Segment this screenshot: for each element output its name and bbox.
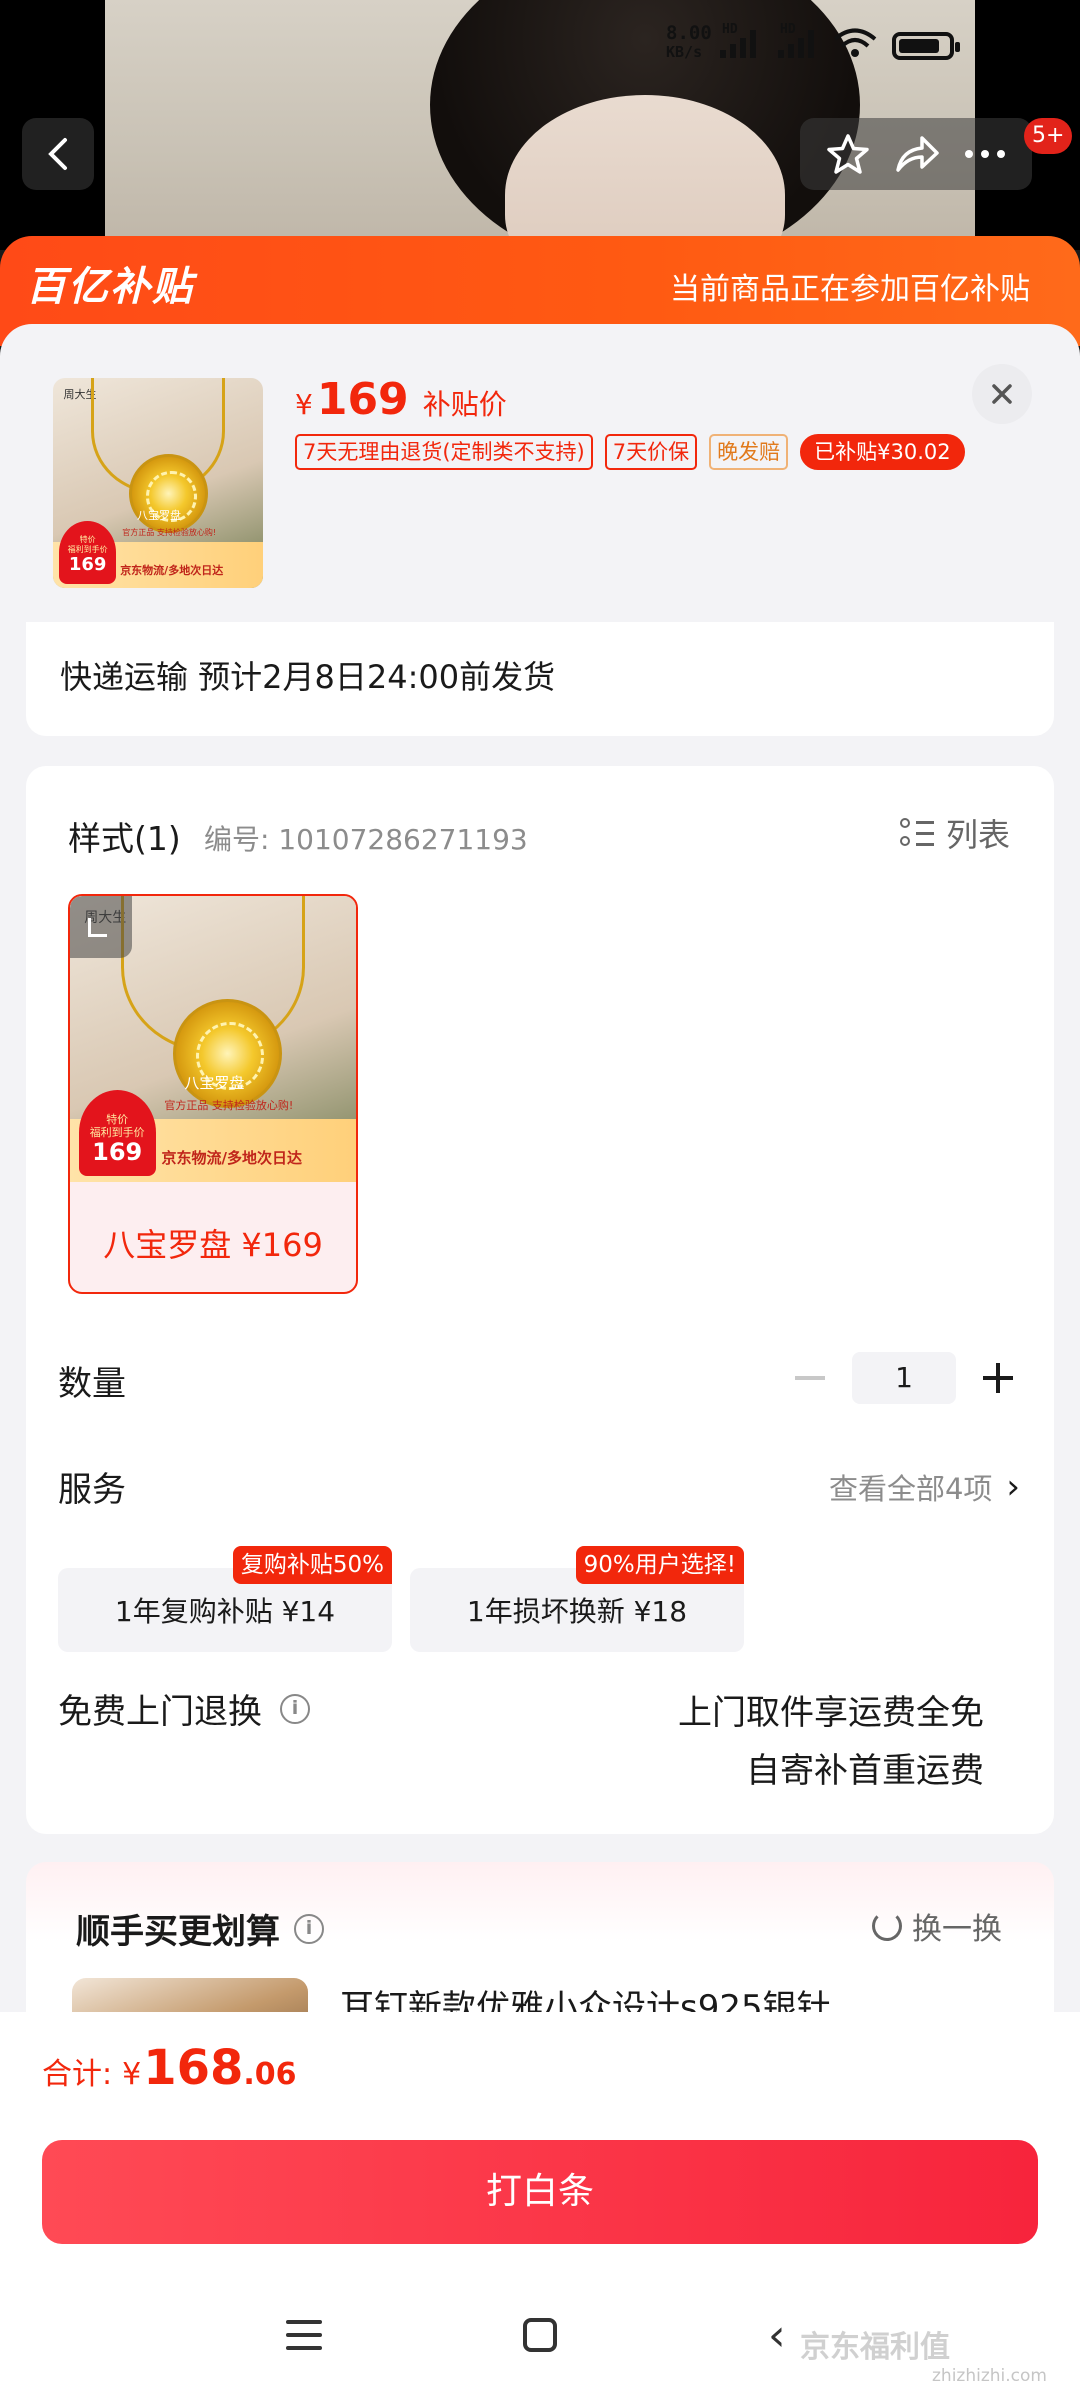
price-value: 169 bbox=[316, 374, 409, 425]
see-all-services[interactable]: 查看全部4项 › bbox=[829, 1466, 1020, 1508]
signal-icon bbox=[778, 28, 814, 58]
zoom-icon[interactable] bbox=[70, 896, 132, 958]
battery-icon bbox=[892, 32, 960, 60]
watermark: 京东福利值 bbox=[800, 2330, 950, 2365]
service-option-replacement[interactable]: 1年损坏换新 ¥18 90%用户选择! bbox=[410, 1546, 744, 1652]
quantity-stepper: 1 bbox=[788, 1352, 1020, 1404]
style-title: 样式(1) bbox=[68, 819, 181, 858]
share-icon bbox=[896, 136, 939, 172]
tag-return: 7天无理由退货(定制类不支持) bbox=[295, 434, 593, 470]
chevron-right-icon: › bbox=[1006, 1467, 1020, 1507]
service-tags: 7天无理由退货(定制类不支持) 7天价保 晚发赔 已补贴¥30.02 bbox=[295, 434, 965, 470]
home-icon[interactable] bbox=[523, 2318, 557, 2352]
pendant-image: 周大生 八宝罗盘 官方正品 支持检验放心购! 京东物流/多地次日达 特价福利到手… bbox=[53, 378, 263, 588]
sku-label: 八宝罗盘 ¥169 bbox=[103, 1226, 323, 1264]
product-header: 周大生 八宝罗盘 官方正品 支持检验放心购! 京东物流/多地次日达 特价 福利到手… bbox=[0, 324, 1080, 624]
back-icon[interactable]: ‹ bbox=[768, 2310, 786, 2361]
style-code: 编号: 10107286271193 bbox=[204, 823, 528, 856]
service-badge: 90%用户选择! bbox=[575, 1546, 744, 1584]
notification-badge: 5+ bbox=[1024, 118, 1073, 154]
list-view-toggle[interactable]: 列表 bbox=[899, 810, 1010, 856]
favorite-button[interactable] bbox=[826, 133, 870, 175]
pay-button[interactable]: 打白条 bbox=[42, 2140, 1038, 2244]
more-dots-icon bbox=[965, 150, 1005, 158]
product-thumbnail[interactable]: 周大生 八宝罗盘 官方正品 支持检验放心购! 京东物流/多地次日达 特价 福利到手… bbox=[53, 378, 263, 588]
price-label: 补贴价 bbox=[422, 388, 507, 421]
tag-price-protect: 7天价保 bbox=[604, 434, 698, 470]
tag-late-compensation: 晚发赔 bbox=[709, 434, 789, 470]
free-return-label: 免费上门退换 i bbox=[58, 1684, 310, 1733]
info-icon[interactable]: i bbox=[294, 1913, 324, 1944]
top-actions bbox=[800, 118, 1032, 190]
close-icon bbox=[992, 384, 1012, 404]
status-bar: 8.00 KB/s HD HD bbox=[0, 22, 1080, 72]
list-icon bbox=[899, 816, 934, 850]
tag-subsidized: 已补贴¥30.02 bbox=[800, 434, 965, 470]
increase-button[interactable] bbox=[976, 1352, 1020, 1404]
chevron-left-icon bbox=[48, 138, 67, 170]
service-option-repurchase[interactable]: 1年复购补贴 ¥14 复购补贴50% bbox=[58, 1546, 392, 1652]
recommend-title: 顺手买更划算 i bbox=[76, 1904, 324, 1953]
watermark-site: zhizhizhi.com bbox=[932, 2366, 1047, 2386]
close-button[interactable] bbox=[972, 364, 1032, 424]
more-button[interactable] bbox=[964, 149, 1006, 159]
star-icon bbox=[827, 134, 869, 174]
banner-text: 当前商品正在参加百亿补贴 bbox=[670, 272, 1030, 307]
quantity-value[interactable]: 1 bbox=[852, 1352, 956, 1404]
options-card: 样式(1) 编号: 10107286271193 列表 周大生 bbox=[26, 766, 1054, 1834]
share-button[interactable] bbox=[894, 134, 940, 174]
return-details: 上门取件享运费全免 自寄补首重运费 bbox=[678, 1693, 984, 1791]
net-speed: 8.00 KB/s bbox=[666, 22, 712, 62]
shipping-info: 快递运输 预计2月8日24:00前发货 bbox=[26, 622, 1054, 736]
signal-icon bbox=[720, 28, 756, 58]
brand-logo: 百亿补贴 bbox=[26, 264, 194, 310]
swap-button[interactable]: 换一换 bbox=[872, 1904, 1002, 1948]
service-label: 服务 bbox=[58, 1470, 126, 1510]
sku-option-selected[interactable]: 周大生 八宝罗盘 官方正品 支持检验放心购! 京东物流/多地次日达 特价福利到手… bbox=[68, 894, 358, 1294]
menu-icon[interactable] bbox=[286, 2320, 322, 2350]
back-button[interactable] bbox=[22, 118, 94, 190]
system-nav-bar: ‹ 京东福利值 zhizhizhi.com bbox=[0, 2280, 1080, 2400]
decrease-button[interactable] bbox=[788, 1352, 832, 1404]
info-icon[interactable]: i bbox=[280, 1693, 310, 1724]
subsidy-price: ¥ 169 补贴价 bbox=[295, 374, 507, 425]
checkout-bar: 合计: ¥ 168 .06 打白条 ‹ 京东福利值 zhizhizhi.com bbox=[0, 2012, 1080, 2400]
service-badge: 复购补贴50% bbox=[232, 1546, 392, 1584]
wifi-icon bbox=[833, 28, 877, 57]
refresh-icon bbox=[872, 1911, 902, 1941]
quantity-label: 数量 bbox=[58, 1364, 126, 1404]
total-price: 合计: ¥ 168 .06 bbox=[42, 2040, 297, 2096]
